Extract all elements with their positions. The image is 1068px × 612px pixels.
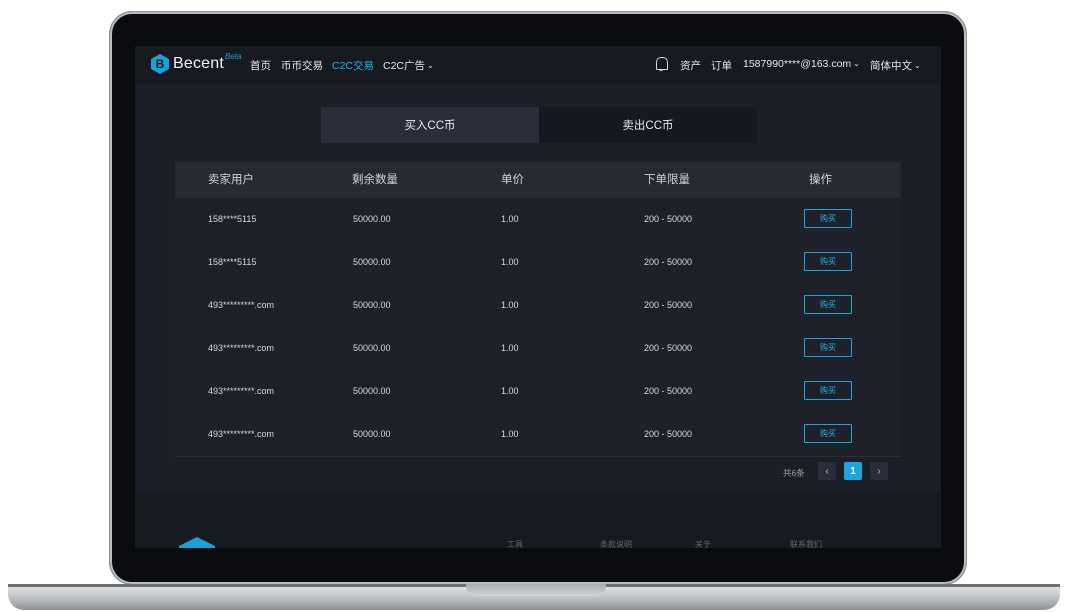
top-nav: B Becent Beta 首页 币币交易 C2C交易 C2C广告 ⌄ 资产 订单…	[135, 46, 941, 84]
table-row: 493*********.com 50000.00 1.00 200 - 500…	[175, 327, 901, 371]
cell-seller: 493*********.com	[208, 429, 275, 439]
cell-remaining: 50000.00	[353, 343, 391, 353]
cell-limit: 200 - 50000	[644, 214, 693, 224]
footer-link-about[interactable]: 关于	[695, 539, 711, 548]
cell-remaining: 50000.00	[353, 214, 391, 224]
cell-limit: 200 - 50000	[644, 429, 693, 439]
nav-spot-trading[interactable]: 币币交易	[281, 58, 323, 73]
header-price: 单价	[501, 174, 524, 186]
logo[interactable]: B Becent Beta	[151, 51, 242, 74]
cell-price: 1.00	[501, 300, 519, 310]
cell-price: 1.00	[501, 343, 519, 353]
logo-hexagon-icon: B	[151, 54, 169, 74]
cell-remaining: 50000.00	[353, 386, 391, 396]
buy-button[interactable]: 购买	[804, 252, 852, 271]
buy-button[interactable]: 购买	[804, 338, 852, 357]
table-header: 卖家用户 剩余数量 单价 下单限量 操作	[175, 162, 901, 198]
footer-link-terms[interactable]: 条款说明	[600, 539, 632, 548]
buy-button[interactable]: 购买	[804, 295, 852, 314]
laptop-base-notch	[466, 584, 606, 596]
cell-price: 1.00	[501, 429, 519, 439]
nav-assets[interactable]: 资产	[680, 58, 701, 73]
header-seller: 卖家用户	[208, 174, 254, 186]
pagination-page-1[interactable]: 1	[844, 462, 862, 480]
table-row: 493*********.com 50000.00 1.00 200 - 500…	[175, 284, 901, 328]
language-menu[interactable]: 简体中文 ⌄	[870, 58, 921, 73]
account-email: 1587990****@163.com	[743, 58, 852, 70]
logo-text: Becent	[173, 55, 225, 72]
cell-seller: 158****5115	[208, 214, 257, 224]
cell-limit: 200 - 50000	[644, 300, 693, 310]
tab-sell[interactable]: 卖出CC币	[539, 107, 757, 143]
header-limit: 下单限量	[644, 174, 690, 186]
screen: B Becent Beta 首页 币币交易 C2C交易 C2C广告 ⌄ 资产 订单…	[135, 46, 941, 548]
cell-price: 1.00	[501, 386, 519, 396]
table-row: 493*********.com 50000.00 1.00 200 - 500…	[175, 413, 901, 457]
buy-button[interactable]: 购买	[804, 424, 852, 443]
cell-limit: 200 - 50000	[644, 386, 693, 396]
cell-seller: 493*********.com	[208, 386, 275, 396]
table-row: 158****5115 50000.00 1.00 200 - 50000 购买	[175, 241, 901, 285]
chevron-down-icon: ⌄	[853, 59, 860, 68]
cell-limit: 200 - 50000	[644, 257, 693, 267]
nav-orders[interactable]: 订单	[711, 58, 732, 73]
pagination-total: 共6条	[783, 468, 805, 478]
cell-remaining: 50000.00	[353, 429, 391, 439]
cell-seller: 493*********.com	[208, 343, 275, 353]
chevron-down-icon: ⌄	[914, 61, 921, 70]
account-menu[interactable]: 1587990****@163.com ⌄	[743, 58, 860, 70]
logo-beta-tag: Beta	[225, 51, 242, 61]
language-label: 简体中文	[870, 60, 912, 72]
cell-limit: 200 - 50000	[644, 343, 693, 353]
nav-home[interactable]: 首页	[250, 58, 271, 73]
footer-link-tools[interactable]: 工具	[507, 539, 523, 548]
cell-seller: 493*********.com	[208, 300, 275, 310]
buy-button[interactable]: 购买	[804, 209, 852, 228]
header-remaining: 剩余数量	[352, 174, 398, 186]
table-row: 158****5115 50000.00 1.00 200 - 50000 购买	[175, 198, 901, 242]
buy-button[interactable]: 购买	[804, 381, 852, 400]
footer-link-contact[interactable]: 联系我们	[790, 539, 822, 548]
cell-seller: 158****5115	[208, 257, 257, 267]
footer: 工具 条款说明 关于 联系我们	[135, 491, 941, 548]
tab-buy[interactable]: 买入CC币	[321, 107, 539, 143]
cell-remaining: 50000.00	[353, 300, 391, 310]
chevron-down-icon: ⌄	[427, 61, 434, 70]
pagination-next-button[interactable]: ›	[870, 462, 888, 480]
footer-logo-icon	[179, 537, 215, 548]
header-action: 操作	[809, 174, 832, 186]
bell-icon[interactable]	[656, 57, 668, 71]
pagination-prev-button[interactable]: ‹	[818, 462, 836, 480]
cell-remaining: 50000.00	[353, 257, 391, 267]
nav-c2c-ads-label: C2C广告	[383, 60, 426, 72]
nav-c2c-ads[interactable]: C2C广告 ⌄	[383, 58, 434, 73]
table-row: 493*********.com 50000.00 1.00 200 - 500…	[175, 370, 901, 414]
cell-price: 1.00	[501, 214, 519, 224]
nav-c2c-trading[interactable]: C2C交易	[332, 58, 374, 73]
cell-price: 1.00	[501, 257, 519, 267]
